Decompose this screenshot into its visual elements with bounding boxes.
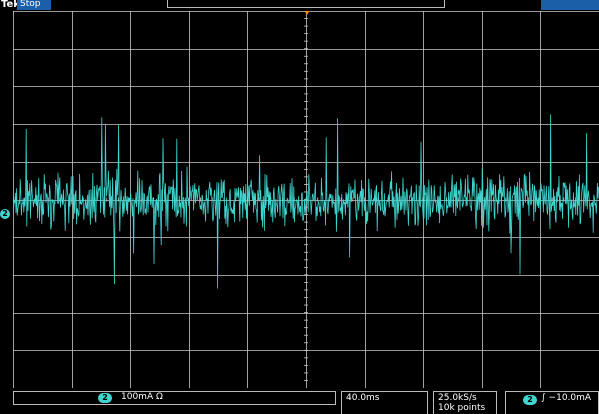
channel-marker-label: 2: [2, 209, 8, 218]
acquisition-panel[interactable]: 25.0kS/s 10k points: [433, 391, 497, 414]
channel-2-ground-marker[interactable]: 2: [0, 209, 10, 219]
record-length-readout: 10k points: [438, 403, 486, 413]
timebase-readout: 40.0ms: [346, 393, 380, 403]
top-status-bar: Tek Stop: [0, 0, 599, 11]
run-state-label: Stop: [20, 0, 41, 9]
record-view-bracket: [167, 0, 445, 8]
trigger-source-badge: 2: [523, 395, 537, 405]
waveform-display[interactable]: [13, 11, 599, 388]
trigger-panel[interactable]: 2 ∫ −10.0mA: [505, 391, 599, 414]
channel-2-badge: 2: [98, 393, 112, 403]
timebase-panel[interactable]: 40.0ms: [341, 391, 428, 414]
sample-rate-readout: 25.0kS/s: [438, 393, 477, 403]
status-corner-block: [541, 0, 599, 10]
trigger-level-readout: ∫ −10.0mA: [541, 393, 592, 403]
channel-scale-readout: 100mA Ω: [121, 392, 163, 402]
channel-settings-box[interactable]: 2 100mA Ω: [13, 391, 336, 405]
